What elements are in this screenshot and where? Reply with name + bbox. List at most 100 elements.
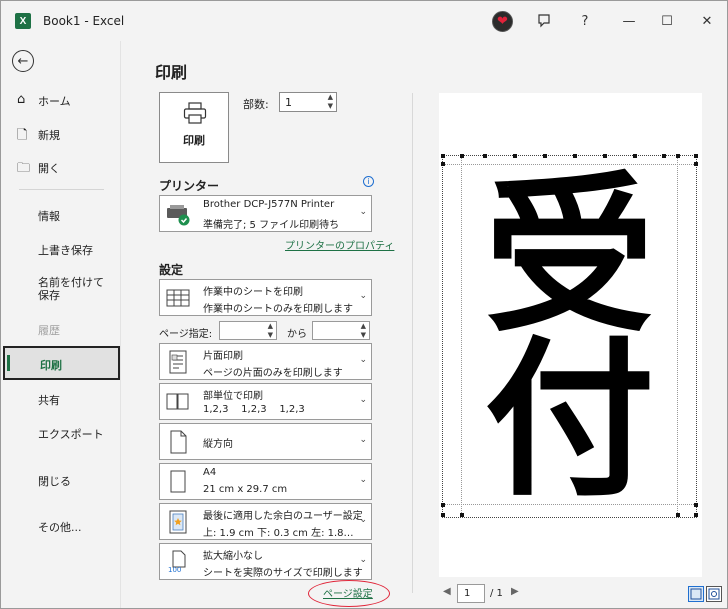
- margins-label: 最後に適用した余白のユーザー設定: [203, 511, 363, 522]
- nav-print[interactable]: 印刷: [3, 346, 120, 380]
- paper-size-label: A4: [203, 467, 217, 478]
- print-what-dropdown[interactable]: 作業中のシートを印刷 作業中のシートのみを印刷します ⌄: [159, 279, 372, 316]
- chevron-down-icon: ⌄: [359, 514, 367, 525]
- margin-handle[interactable]: [441, 513, 445, 517]
- margin-handle[interactable]: [694, 154, 698, 158]
- margin-handle[interactable]: [662, 154, 666, 158]
- orientation-label: 縦方向: [203, 439, 233, 450]
- help-button[interactable]: ?: [573, 9, 597, 33]
- current-page-value: 1: [464, 588, 471, 599]
- paper-size-icon: [170, 470, 186, 493]
- feedback-icon[interactable]: [532, 9, 556, 33]
- minimize-button[interactable]: —: [617, 9, 641, 33]
- nav-info-label: 情報: [38, 210, 60, 223]
- print-what-desc: 作業中のシートのみを印刷します: [203, 304, 353, 315]
- margin-handle[interactable]: [460, 154, 464, 158]
- printer-device-icon: [167, 205, 190, 226]
- printer-heading: プリンター: [159, 179, 220, 193]
- preview-page: 受 付: [441, 154, 698, 520]
- printer-name: Brother DCP-J577N Printer: [203, 199, 335, 210]
- account-avatar-icon[interactable]: ❤: [492, 11, 513, 32]
- sides-desc: ページの片面のみを印刷します: [203, 368, 343, 379]
- settings-heading: 設定: [159, 263, 184, 277]
- preview-text-top: 受: [484, 158, 655, 356]
- active-indicator: [7, 355, 10, 371]
- printer-dropdown[interactable]: Brother DCP-J577N Printer 準備完了; 5 ファイル印刷…: [159, 195, 372, 232]
- nav-open-label: 開く: [38, 162, 60, 175]
- spinner-icon[interactable]: ▲ ▼: [328, 93, 333, 111]
- margin-handle[interactable]: [460, 513, 464, 517]
- page-navigator: ◀ 1 / 1 ▶: [439, 583, 702, 605]
- nav-home-label: ホーム: [38, 95, 71, 108]
- print-button[interactable]: 印刷: [159, 92, 229, 163]
- home-icon: ⌂: [17, 92, 26, 107]
- one-sided-page-icon: [169, 350, 187, 374]
- backstage-nav: ← ⌂ ホーム 🗋 新規 🗀 開く 情報 上書き保存 名前を付けて保存 履歴 印…: [1, 41, 121, 608]
- pages-label: ページ指定:: [159, 329, 213, 340]
- margin-handle[interactable]: [676, 513, 680, 517]
- folder-icon: 🗀: [17, 161, 31, 176]
- printer-status: 準備完了; 5 ファイル印刷待ち: [203, 220, 340, 231]
- spinner-icon[interactable]: ▲ ▼: [361, 322, 366, 340]
- scaling-icon-text: 100: [168, 566, 182, 574]
- show-margins-icon[interactable]: [688, 586, 704, 602]
- margin-handle[interactable]: [694, 162, 698, 166]
- orientation-dropdown[interactable]: 縦方向 ⌄: [159, 423, 372, 460]
- panel-divider: [412, 93, 413, 593]
- back-arrow-icon[interactable]: ←: [12, 50, 34, 72]
- zoom-to-page-icon[interactable]: [706, 586, 722, 602]
- printer-properties-link[interactable]: プリンターのプロパティ: [285, 237, 394, 252]
- chevron-down-icon: ⌄: [359, 554, 367, 565]
- pages-from-input[interactable]: ▲ ▼: [219, 321, 277, 340]
- excel-window: X Book1 - Excel ❤ ? — ☐ ✕ ← ⌂ ホーム 🗋 新規 🗀…: [0, 0, 728, 609]
- chevron-down-icon: ⌄: [359, 474, 367, 485]
- window-title: Book1 - Excel: [43, 14, 125, 28]
- sides-dropdown[interactable]: 片面印刷 ページの片面のみを印刷します ⌄: [159, 343, 372, 380]
- close-button[interactable]: ✕: [695, 9, 719, 33]
- margin-handle[interactable]: [676, 154, 680, 158]
- margin-handle[interactable]: [694, 503, 698, 507]
- total-pages: / 1: [490, 588, 503, 599]
- previous-page-icon[interactable]: ◀: [443, 586, 451, 597]
- sheet-grid-icon: [166, 289, 190, 307]
- copies-input[interactable]: 1 ▲ ▼: [279, 92, 337, 112]
- margins-dropdown[interactable]: 最後に適用した余白のユーザー設定 上: 1.9 cm 下: 0.3 cm 左: …: [159, 503, 372, 540]
- highlight-circle: [308, 580, 390, 607]
- scaling-icon: 100: [166, 550, 190, 574]
- info-icon[interactable]: i: [363, 176, 374, 187]
- excel-logo-icon: X: [15, 13, 31, 29]
- copies-label: 部数:: [243, 98, 269, 111]
- chevron-down-icon: ⌄: [359, 290, 367, 301]
- collate-dropdown[interactable]: 部単位で印刷 1,2,3 1,2,3 1,2,3 ⌄: [159, 383, 372, 420]
- margin-handle[interactable]: [441, 154, 445, 158]
- collate-label: 部単位で印刷: [203, 391, 263, 402]
- spinner-icon[interactable]: ▲ ▼: [268, 322, 273, 340]
- paper-size-desc: 21 cm x 29.7 cm: [203, 484, 288, 495]
- nav-export-label: エクスポート: [38, 428, 104, 441]
- next-page-icon[interactable]: ▶: [511, 586, 519, 597]
- nav-new-label: 新規: [38, 129, 60, 142]
- collate-desc: 1,2,3 1,2,3 1,2,3: [203, 404, 305, 415]
- portrait-page-icon: [170, 430, 187, 454]
- page-number-input[interactable]: 1: [457, 584, 485, 603]
- chevron-down-icon: ⌄: [359, 206, 367, 217]
- collate-icon: [166, 393, 189, 410]
- pages-to-label: から: [287, 329, 307, 340]
- paper-size-dropdown[interactable]: A4 21 cm x 29.7 cm ⌄: [159, 463, 372, 500]
- margin-handle[interactable]: [441, 503, 445, 507]
- title-bar: X Book1 - Excel ❤ ? — ☐ ✕: [1, 1, 727, 41]
- new-document-icon: 🗋: [17, 128, 28, 143]
- maximize-button[interactable]: ☐: [655, 9, 679, 33]
- print-preview: 受 付: [439, 93, 702, 577]
- page-title: 印刷: [155, 63, 188, 82]
- sides-label: 片面印刷: [203, 351, 243, 362]
- scaling-dropdown[interactable]: 100 拡大縮小なし シートを実際のサイズで印刷します ⌄: [159, 543, 372, 580]
- margin-handle[interactable]: [441, 162, 445, 166]
- scaling-label: 拡大縮小なし: [203, 551, 263, 562]
- pages-to-input[interactable]: ▲ ▼: [312, 321, 370, 340]
- preview-text-bottom: 付: [484, 322, 655, 520]
- chevron-down-icon: ⌄: [359, 354, 367, 365]
- copies-value: 1: [285, 96, 292, 109]
- nav-share-label: 共有: [38, 394, 60, 407]
- margin-handle[interactable]: [694, 513, 698, 517]
